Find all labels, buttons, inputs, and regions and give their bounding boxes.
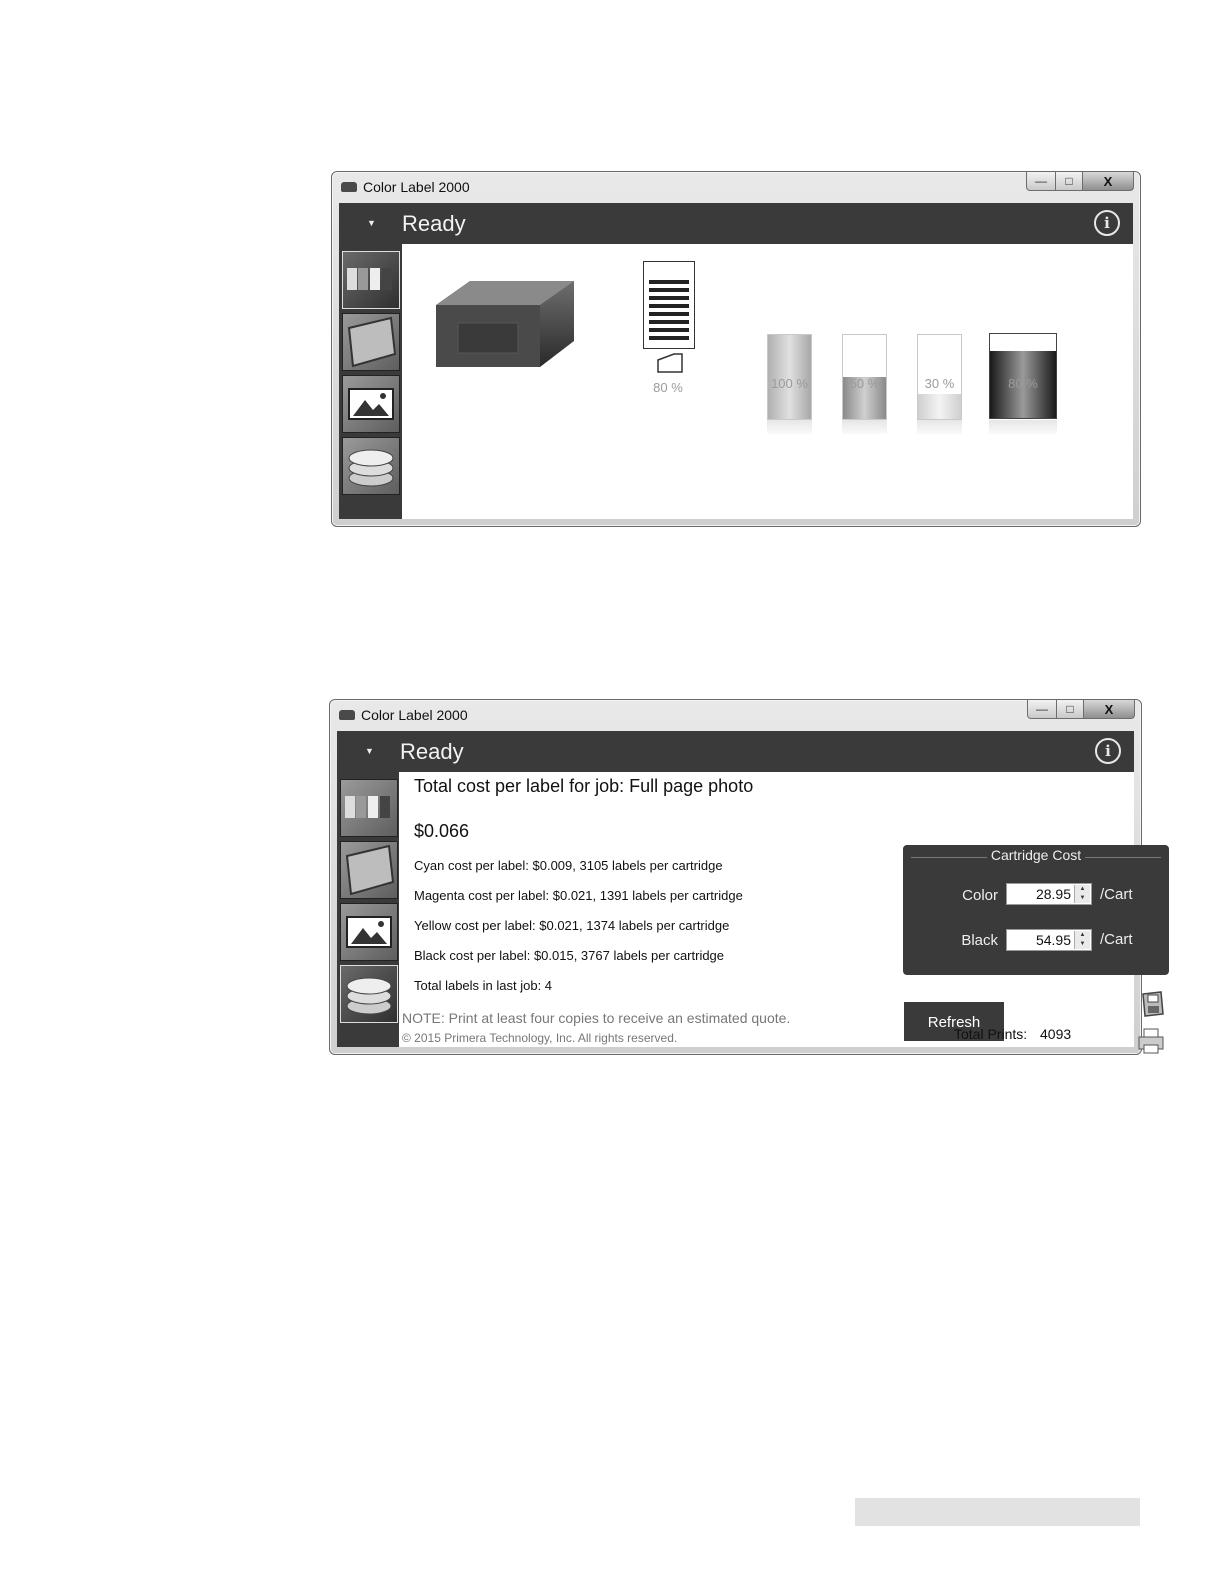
sidebar [339,248,401,519]
status-bar: ▼ Ready i [339,203,1133,244]
nav-status-button[interactable] [340,779,398,837]
label-roll-icon [649,280,689,340]
label-sensor-icon [657,353,683,373]
maximize-icon: □ [1066,702,1074,716]
total-cost-value: $0.066 [414,821,470,841]
window-client: ▼ Ready i [337,731,1169,1054]
cartridge-icon [345,844,395,896]
printer-app-icon [341,182,357,192]
status-text: Ready [402,211,466,236]
image-icon [346,916,392,948]
cyan-cost-line: Cyan cost per label: $0.009, 3105 labels… [414,858,723,873]
ink-levels-icon [345,796,390,818]
cartridge-cost-group: Cartridge Cost Color 28.95 ▲ ▼ /Cart Blac… [903,845,1169,975]
print-icon[interactable] [1136,1027,1166,1055]
minimize-icon: — [1036,702,1048,716]
magenta-cartridge-reflection [842,420,887,434]
status-dropdown-icon[interactable]: ▼ [365,746,374,756]
title-bar[interactable]: Color Label 2000 — □ X [332,172,1140,202]
yellow-cartridge-reflection [917,420,962,434]
status-bar: ▼ Ready i [337,731,1134,772]
maximize-button[interactable]: □ [1056,172,1083,191]
cartridge-icon [347,316,397,368]
window-controls: — □ X [1027,700,1135,720]
title-bar[interactable]: Color Label 2000 — □ X [330,700,1141,730]
label-level-text: 80 % [653,380,683,395]
window-title: Color Label 2000 [361,707,468,723]
cyan-ink-level-text: 100 % [771,376,808,391]
nav-status-button[interactable] [342,251,400,309]
coins-icon [348,449,394,487]
nav-cartridge-button[interactable] [340,841,398,899]
black-cartridge-reflection [989,420,1057,434]
minimize-button[interactable]: — [1027,700,1057,719]
cartridge-cost-title: Cartridge Cost [903,847,1169,863]
maximize-button[interactable]: □ [1057,700,1084,719]
black-ink-level-text: 80 % [1008,376,1038,391]
black-cost-input[interactable]: 54.95 ▲ ▼ [1006,929,1092,951]
color-cost-spinner[interactable]: ▲ ▼ [1074,885,1090,903]
nav-cost-button[interactable] [342,437,400,495]
info-icon[interactable]: i [1094,210,1120,236]
window-controls: — □ X [1026,172,1134,192]
close-icon: X [1104,701,1114,717]
label-stock-indicator [643,261,695,349]
nav-cost-button[interactable] [340,965,398,1023]
chevron-down-icon[interactable]: ▼ [1080,895,1086,901]
nav-image-button[interactable] [340,903,398,961]
nav-image-button[interactable] [342,375,400,433]
status-panel: 80 % 100 % 50 % 30 % 80 % [402,244,1133,519]
total-labels-line: Total labels in last job: 4 [414,978,553,993]
app-window-cost: Color Label 2000 — □ X ▼ Ready i Total c… [329,699,1169,1055]
status-dropdown-icon[interactable]: ▼ [367,218,376,228]
color-cost-input[interactable]: 28.95 ▲ ▼ [1006,883,1092,905]
window-client: ▼ Ready i [339,203,1133,519]
printer-app-icon [339,710,355,720]
image-icon [348,388,394,420]
maximize-icon: □ [1065,174,1073,188]
page-footer-bar [855,1498,1140,1526]
yellow-ink-level-fill [918,393,961,419]
color-unit-label: /Cart [1100,886,1133,903]
info-icon[interactable]: i [1095,738,1121,764]
close-icon: X [1103,173,1113,189]
chevron-up-icon[interactable]: ▲ [1080,932,1086,938]
total-prints-value: 4093 [1040,1026,1072,1042]
status-text: Ready [400,739,464,764]
sidebar [337,776,399,1047]
cost-panel: Total cost per label for job: Full page … [399,772,1169,1054]
cost-heading: Total cost per label for job: Full page … [414,776,754,796]
magenta-cost-line: Magenta cost per label: $0.021, 1391 lab… [414,888,743,903]
yellow-ink-level-text: 30 % [924,376,955,391]
black-unit-label: /Cart [1100,931,1133,948]
total-prints-label: Total Prints: [954,1026,1028,1042]
color-cost-label: Color [962,887,998,904]
cyan-cartridge-reflection [767,420,812,434]
black-cost-value: 54.95 [1035,932,1071,948]
minimize-icon: — [1035,174,1047,188]
nav-cartridge-button[interactable] [342,313,400,371]
app-window-status: Color Label 2000 — □ X ▼ Ready i 80 % 10… [331,171,1141,527]
printer-image [436,281,574,367]
copyright-text: © 2015 Primera Technology, Inc. All righ… [402,1031,678,1045]
close-button[interactable]: X [1083,172,1134,191]
chevron-up-icon[interactable]: ▲ [1080,886,1086,892]
window-title: Color Label 2000 [363,179,470,195]
close-button[interactable]: X [1084,700,1135,719]
yellow-cost-line: Yellow cost per label: $0.021, 1374 labe… [414,918,730,933]
coins-icon [346,977,392,1015]
save-icon[interactable] [1139,990,1165,1018]
estimate-note: NOTE: Print at least four copies to rece… [402,1010,791,1026]
minimize-button[interactable]: — [1026,172,1056,191]
ink-levels-icon [347,268,392,290]
black-cost-label: Black [961,932,998,949]
magenta-ink-level-text: 50 % [849,376,880,391]
black-cost-line: Black cost per label: $0.015, 3767 label… [414,948,725,963]
chevron-down-icon[interactable]: ▼ [1080,941,1086,947]
black-cost-spinner[interactable]: ▲ ▼ [1074,931,1090,949]
color-cost-value: 28.95 [1035,886,1071,902]
